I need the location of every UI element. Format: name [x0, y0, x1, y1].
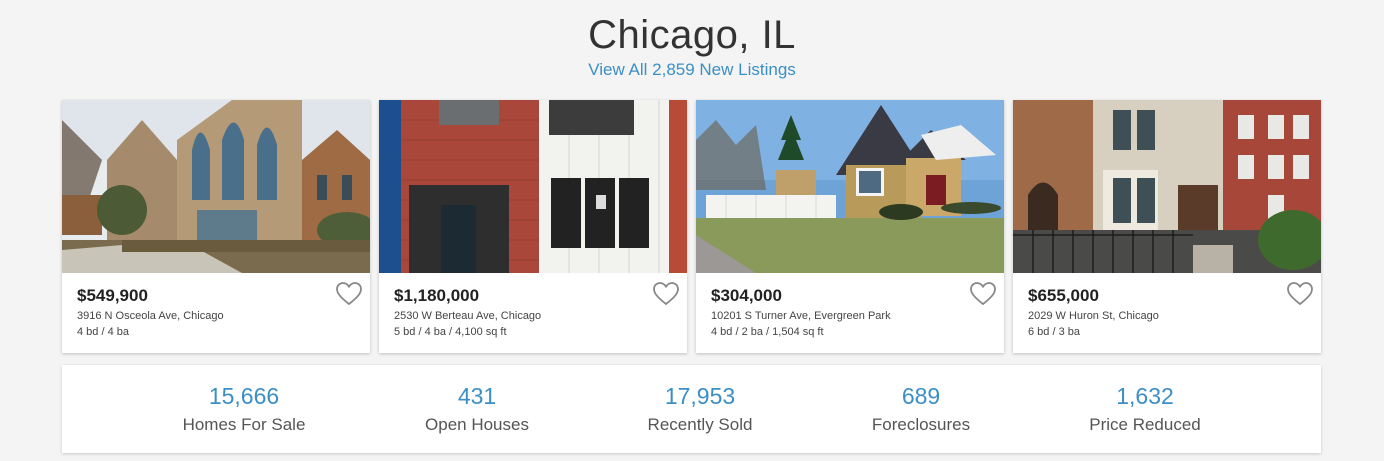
- listing-card[interactable]: $549,900 3916 N Osceola Ave, Chicago 4 b…: [62, 100, 370, 353]
- stat-homes-for-sale[interactable]: 15,666 Homes For Sale: [154, 365, 334, 436]
- favorite-heart-icon[interactable]: [336, 282, 362, 306]
- listing-price: $1,180,000: [394, 286, 480, 305]
- listing-specs: 5 bd / 4 ba / 4,100 sq ft: [394, 326, 507, 338]
- stat-label: Recently Sold: [647, 415, 753, 434]
- stat-value: 689: [901, 383, 941, 409]
- stat-label: Price Reduced: [1089, 415, 1201, 434]
- listing-address: 2530 W Berteau Ave, Chicago: [394, 310, 542, 322]
- listing-price: $655,000: [1028, 286, 1099, 305]
- stat-value: 431: [457, 383, 497, 409]
- market-stats-bar: 15,666 Homes For Sale 431 Open Houses 17…: [62, 365, 1321, 453]
- listing-cards: $549,900 3916 N Osceola Ave, Chicago 4 b…: [62, 100, 1321, 353]
- listing-info: $304,000 10201 S Turner Ave, Evergreen P…: [696, 273, 1004, 339]
- stat-value: 1,632: [1116, 383, 1174, 409]
- stat-label: Foreclosures: [871, 415, 971, 434]
- listing-info: $655,000 2029 W Huron St, Chicago 6 bd /…: [1013, 273, 1321, 339]
- stat-foreclosures[interactable]: 689 Foreclosures: [831, 365, 1011, 436]
- page-header: Chicago, IL View All 2,859 New Listings: [0, 0, 1384, 92]
- listing-address: 2029 W Huron St, Chicago: [1028, 310, 1159, 322]
- listing-info: $549,900 3916 N Osceola Ave, Chicago 4 b…: [62, 273, 370, 339]
- stat-open-houses[interactable]: 431 Open Houses: [387, 365, 567, 436]
- listing-address: 3916 N Osceola Ave, Chicago: [77, 310, 224, 322]
- favorite-heart-icon[interactable]: [970, 282, 996, 306]
- listing-info: $1,180,000 2530 W Berteau Ave, Chicago 5…: [379, 273, 687, 339]
- listing-card[interactable]: $1,180,000 2530 W Berteau Ave, Chicago 5…: [379, 100, 687, 353]
- listing-card[interactable]: $304,000 10201 S Turner Ave, Evergreen P…: [696, 100, 1004, 353]
- stat-price-reduced[interactable]: 1,632 Price Reduced: [1055, 365, 1235, 436]
- listing-price: $304,000: [711, 286, 782, 305]
- page-title: Chicago, IL: [588, 13, 796, 57]
- listing-specs: 4 bd / 2 ba / 1,504 sq ft: [711, 326, 824, 338]
- listing-photo[interactable]: [696, 100, 1004, 273]
- favorite-heart-icon[interactable]: [1287, 282, 1313, 306]
- stat-label: Homes For Sale: [182, 415, 306, 434]
- listing-specs: 6 bd / 3 ba: [1028, 326, 1080, 338]
- listing-photo[interactable]: [1013, 100, 1321, 273]
- stat-recently-sold[interactable]: 17,953 Recently Sold: [610, 365, 790, 436]
- listing-address: 10201 S Turner Ave, Evergreen Park: [711, 310, 891, 322]
- stat-value: 17,953: [664, 383, 736, 409]
- stat-value: 15,666: [208, 383, 280, 409]
- listing-specs: 4 bd / 4 ba: [77, 326, 129, 338]
- listing-card[interactable]: $655,000 2029 W Huron St, Chicago 6 bd /…: [1013, 100, 1321, 353]
- view-all-listings-link[interactable]: View All 2,859 New Listings: [588, 60, 796, 80]
- listing-price: $549,900: [77, 286, 148, 305]
- listing-photo[interactable]: [62, 100, 370, 273]
- stat-label: Open Houses: [425, 415, 529, 434]
- favorite-heart-icon[interactable]: [653, 282, 679, 306]
- listing-photo[interactable]: [379, 100, 687, 273]
